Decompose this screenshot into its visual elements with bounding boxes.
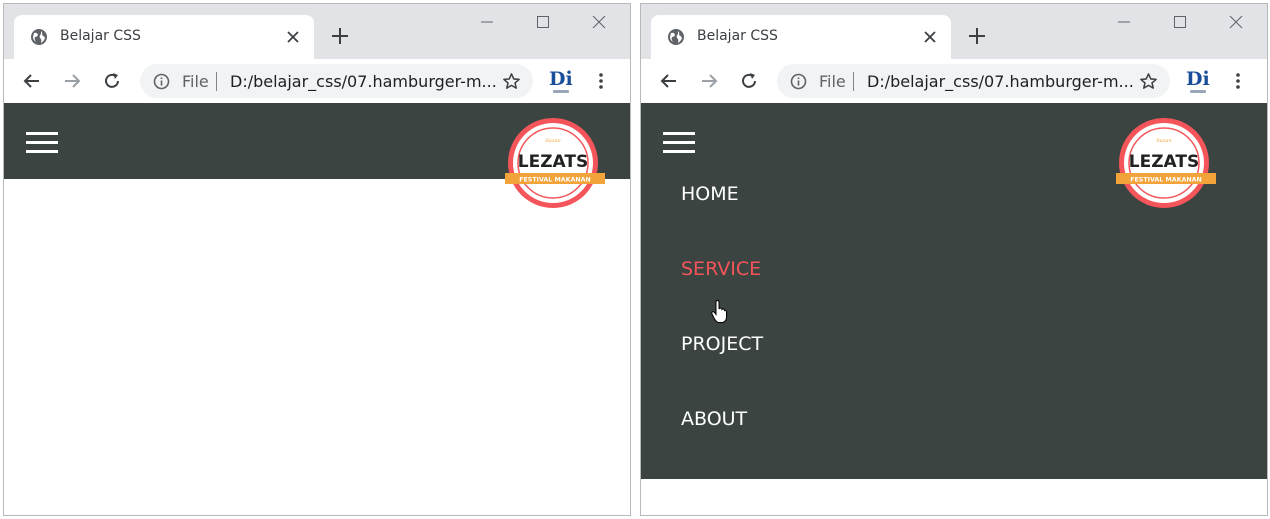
forward-arrow-icon[interactable]	[62, 71, 82, 91]
info-icon[interactable]	[153, 73, 170, 90]
info-icon[interactable]	[790, 73, 807, 90]
page-viewport: Suzan LEZATS FESTIVAL MAKANAN	[4, 103, 630, 515]
tab-strip: Belajar CSS	[641, 4, 1267, 59]
extension-icon[interactable]: Di	[549, 68, 573, 96]
reload-icon[interactable]	[739, 71, 759, 91]
minimize-icon[interactable]	[1116, 14, 1132, 30]
close-icon[interactable]	[286, 30, 300, 44]
logo-top-text: Suzan	[545, 138, 560, 144]
menu-link-about[interactable]: ABOUT	[681, 408, 747, 430]
url-separator	[853, 72, 854, 91]
navbar: Suzan LEZATS FESTIVAL MAKANAN HOME SERVI…	[641, 103, 1267, 479]
forward-arrow-icon[interactable]	[699, 71, 719, 91]
browser-window-left: Belajar CSS File D:/belajar_css/07.hambu…	[3, 3, 631, 516]
logo-ribbon-text: FESTIVAL MAKANAN	[519, 177, 591, 184]
logo-name: LEZATS	[518, 152, 588, 172]
logo-top-text: Suzan	[1156, 138, 1171, 144]
url-scheme: File	[819, 72, 846, 91]
logo-ribbon-text: FESTIVAL MAKANAN	[1130, 177, 1202, 184]
menu-link-service[interactable]: SERVICE	[681, 258, 761, 280]
logo-name: LEZATS	[1129, 152, 1199, 172]
hamburger-icon[interactable]	[26, 127, 58, 157]
extension-underline	[1190, 90, 1206, 93]
extension-letters: Di	[1186, 68, 1210, 90]
logo-badge[interactable]: Suzan LEZATS FESTIVAL MAKANAN	[1116, 117, 1216, 209]
url-separator	[216, 72, 217, 91]
maximize-icon[interactable]	[1172, 14, 1188, 30]
globe-icon	[31, 29, 47, 45]
menu-link-home[interactable]: HOME	[681, 183, 739, 205]
kebab-menu-icon[interactable]	[1233, 71, 1243, 91]
browser-toolbar: File D:/belajar_css/07.hamburger-m... Di	[4, 59, 630, 103]
kebab-menu-icon[interactable]	[596, 71, 606, 91]
globe-icon	[668, 29, 684, 45]
back-arrow-icon[interactable]	[659, 71, 679, 91]
tab-title: Belajar CSS	[697, 28, 778, 44]
browser-toolbar: File D:/belajar_css/07.hamburger-m... Di	[641, 59, 1267, 103]
hamburger-icon[interactable]	[663, 127, 695, 157]
extension-underline	[553, 90, 569, 93]
address-bar[interactable]: File D:/belajar_css/07.hamburger-m...	[777, 64, 1170, 98]
url-scheme: File	[182, 72, 209, 91]
star-icon[interactable]	[1139, 72, 1158, 91]
close-window-icon[interactable]	[591, 14, 607, 30]
plus-icon[interactable]	[968, 27, 986, 45]
logo-badge[interactable]: Suzan LEZATS FESTIVAL MAKANAN	[505, 117, 605, 209]
extension-icon[interactable]: Di	[1186, 68, 1210, 96]
reload-icon[interactable]	[102, 71, 122, 91]
close-window-icon[interactable]	[1228, 14, 1244, 30]
hand-pointer-icon	[711, 300, 727, 323]
tab-strip: Belajar CSS	[4, 4, 630, 59]
url-text[interactable]: D:/belajar_css/07.hamburger-m...	[867, 72, 1135, 91]
back-arrow-icon[interactable]	[22, 71, 42, 91]
browser-tab[interactable]: Belajar CSS	[651, 15, 951, 59]
browser-tab[interactable]: Belajar CSS	[14, 15, 314, 59]
extension-letters: Di	[549, 68, 573, 90]
maximize-icon[interactable]	[535, 14, 551, 30]
page-viewport: Suzan LEZATS FESTIVAL MAKANAN HOME SERVI…	[641, 103, 1267, 515]
close-icon[interactable]	[923, 30, 937, 44]
plus-icon[interactable]	[331, 27, 349, 45]
minimize-icon[interactable]	[479, 14, 495, 30]
menu-link-project[interactable]: PROJECT	[681, 333, 763, 355]
tab-title: Belajar CSS	[60, 28, 141, 44]
browser-window-right: Belajar CSS File D:/belajar_css/07.hambu…	[640, 3, 1268, 516]
url-text[interactable]: D:/belajar_css/07.hamburger-m...	[230, 72, 498, 91]
navbar: Suzan LEZATS FESTIVAL MAKANAN	[4, 103, 630, 208]
address-bar[interactable]: File D:/belajar_css/07.hamburger-m...	[140, 64, 533, 98]
star-icon[interactable]	[502, 72, 521, 91]
